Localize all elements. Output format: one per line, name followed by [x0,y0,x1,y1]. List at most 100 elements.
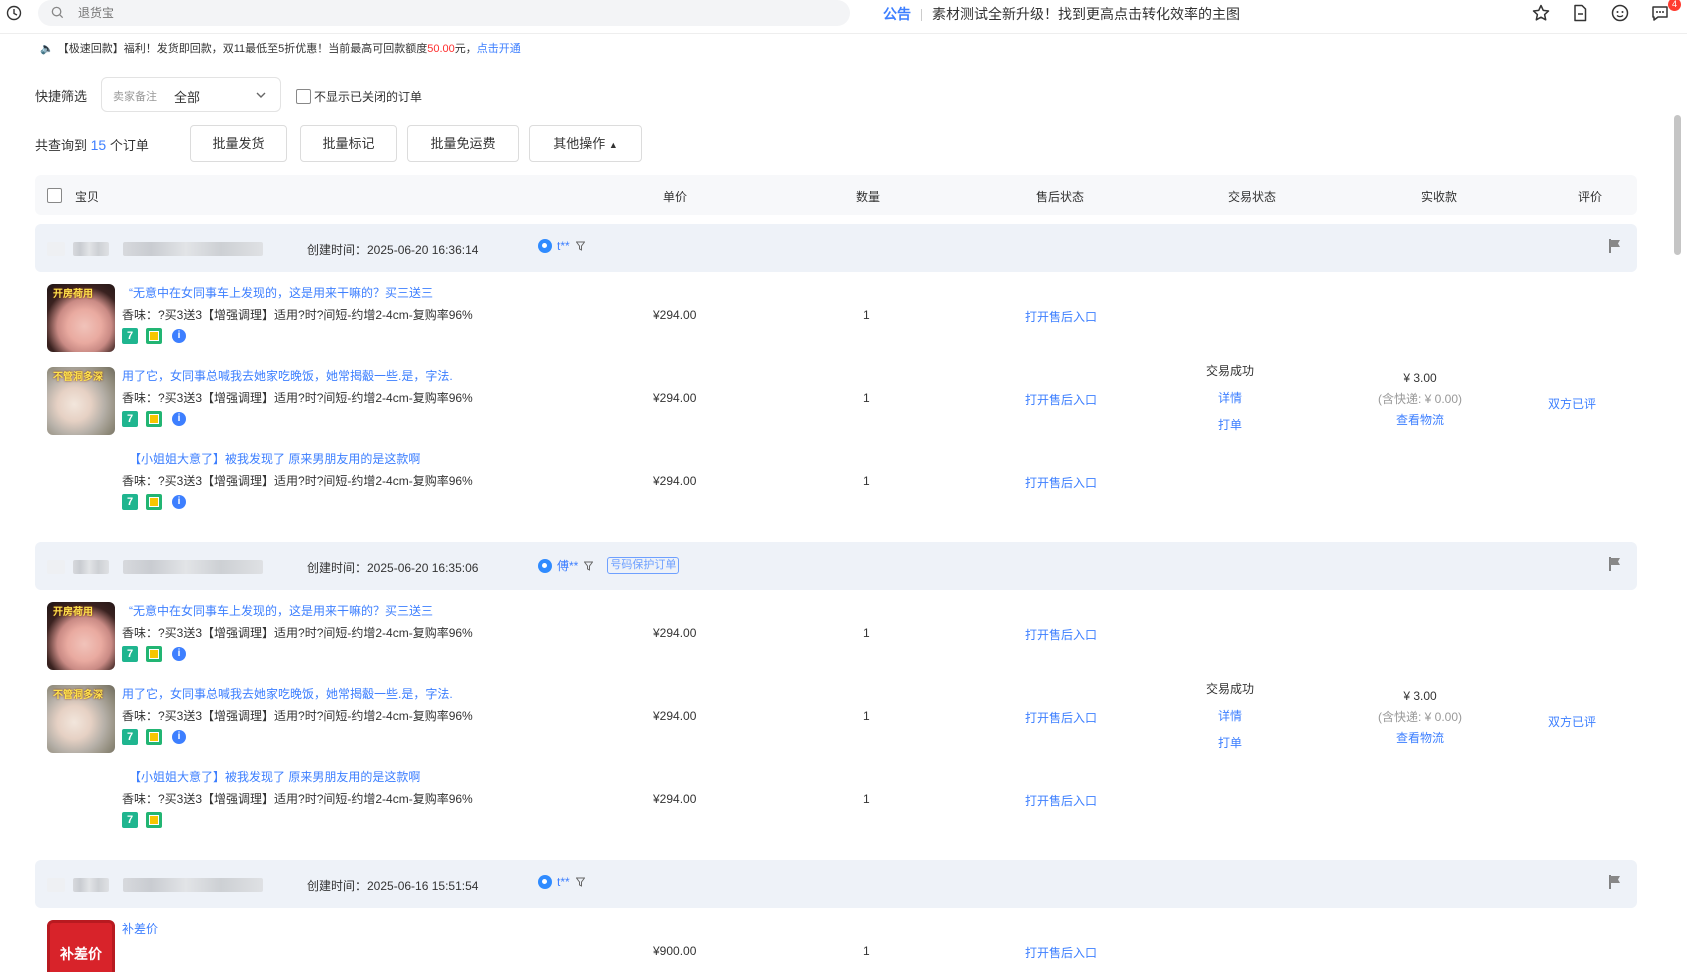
product-name[interactable]: “无意中在女同事车上发现的，这是用来干嘛的？买三送三 [129,602,433,619]
after-sale-link[interactable]: 打开售后入口 [1025,474,1097,491]
col-price: 单价 [663,190,688,204]
product-image[interactable]: 补差价 [47,920,115,972]
flag-icon[interactable] [1608,556,1622,572]
quantity: 1 [863,474,870,488]
product-image[interactable]: 不管洞多深 [47,685,115,753]
unit-price: ¥294.00 [653,709,697,723]
unit-price: ¥294.00 [653,792,697,806]
quantity: 1 [863,792,870,806]
after-sale-link[interactable]: 打开售后入口 [1025,709,1097,726]
order-checkbox[interactable] [47,242,65,256]
wangwang-icon[interactable] [538,558,552,573]
product-name[interactable]: 用了它，女同事总喊我去她家吃晚饭，她常揭觳一些.是，字法. [122,367,453,384]
order-checkbox[interactable] [47,560,65,574]
return-insurance-icon [146,646,162,662]
filter-icon[interactable] [575,877,585,887]
product-name[interactable]: 补差价 [122,920,158,937]
after-sale-link[interactable]: 打开售后入口 [1025,391,1097,408]
col-item: 宝贝 [75,190,100,204]
hide-closed-orders[interactable]: 不显示已关闭的订单 [296,88,422,105]
print-order-link[interactable]: 打单 [1180,730,1280,757]
seven-day-return-icon: 7 [122,494,138,510]
service-icon[interactable] [1610,3,1630,23]
info-icon[interactable]: i [172,495,186,509]
product-name[interactable]: 【小姐姐大意了】被我发现了 原来男朋友用的是这款啊 [129,450,420,467]
order-detail-link[interactable]: 详情 [1180,703,1280,730]
bulk-ship-button[interactable]: 批量发货 [190,125,287,162]
message-badge: 4 [1668,0,1681,11]
list-item: 开房荷用 “无意中在女同事车上发现的，这是用来干嘛的？买三送三 香味：?买3送3… [35,284,1637,367]
list-item: 【小姐姐大意了】被我发现了 原来男朋友用的是这款啊 香味：?买3送3【增强调理】… [35,768,1637,851]
buyer-name[interactable]: t** [557,239,570,253]
search-icon [51,6,64,19]
after-sale-link[interactable]: 打开售后入口 [1025,792,1097,809]
count-suffix: 个订单 [109,138,149,153]
after-sale-link[interactable]: 打开售后入口 [1025,626,1097,643]
created-time: 创建时间：2025-06-20 16:36:14 [307,243,479,257]
seven-day-return-icon: 7 [122,646,138,662]
product-name[interactable]: “无意中在女同事车上发现的，这是用来干嘛的？买三送三 [129,284,433,301]
info-icon[interactable]: i [172,412,186,426]
scrollbar[interactable] [1674,115,1681,255]
document-icon[interactable] [1570,3,1590,23]
buyer-name[interactable]: t** [557,875,570,889]
wangwang-icon[interactable] [538,239,552,253]
product-sku: 香味：?买3送3【增强调理】适用?时?间短-约增2-4cm-复购率96% [122,792,473,806]
buyer-name[interactable]: 傅** [557,557,578,574]
buyer[interactable]: t** [538,239,585,253]
star-icon[interactable] [1531,3,1551,23]
hide-closed-checkbox[interactable] [296,89,311,104]
list-item: 补差价 补差价 ¥900.00 1 打开售后入口 [35,920,1637,972]
other-actions-button[interactable]: 其他操作 ▲ [529,125,642,162]
bulk-free-shipping-button[interactable]: 批量免运费 [407,125,519,162]
product-name[interactable]: 用了它，女同事总喊我去她家吃晚饭，她常揭觳一些.是，字法. [122,685,453,702]
promo-suffix: 元， [454,43,477,55]
order-checkbox[interactable] [47,878,65,892]
product-image[interactable]: 开房荷用 [47,602,115,670]
flag-icon[interactable] [1608,238,1622,254]
buyer[interactable]: 傅** 号码保护订单 [538,557,680,574]
after-sale-link[interactable]: 打开售后入口 [1025,308,1097,325]
promo-text: 【极速回款】福利！发货即回款，双11最低至5折优惠！当前最高可回款额度 [57,43,428,55]
message-icon[interactable] [1650,3,1670,23]
search-bar[interactable] [38,0,850,26]
bulk-mark-button[interactable]: 批量标记 [300,125,397,162]
paid-amount: ¥ 3.00 [1403,371,1437,385]
shipping-fee: (含快递: ¥ 0.00) [1377,392,1463,406]
wangwang-icon[interactable] [538,875,552,889]
history-icon[interactable] [6,5,22,21]
return-insurance-icon [146,494,162,510]
order-detail-link[interactable]: 详情 [1180,385,1280,412]
evaluation-link[interactable]: 双方已评 [1548,395,1596,412]
seller-note-select[interactable]: 卖家备注 全部 [101,77,281,112]
select-all-checkbox[interactable] [47,188,62,203]
promo-banner: 🔈 【极速回款】福利！发货即回款，双11最低至5折优惠！当前最高可回款额度50.0… [40,40,521,56]
info-icon[interactable]: i [172,730,186,744]
received-amount: ¥ 3.00 (含快递: ¥ 0.00) 查看物流 [1350,686,1490,749]
buyer[interactable]: t** [538,875,585,889]
flag-icon[interactable] [1608,874,1622,890]
table-header: 宝贝 单价 数量 售后状态 交易状态 实收款 评价 [35,175,1637,215]
product-image[interactable]: 不管洞多深 [47,367,115,435]
promo-link[interactable]: 点击开通 [477,43,521,55]
order-header: 创建时间：2025-06-20 16:36:14 t** [35,224,1637,272]
view-logistics-link[interactable]: 查看物流 [1350,410,1490,431]
product-name[interactable]: 【小姐姐大意了】被我发现了 原来男朋友用的是这款啊 [129,768,420,785]
after-sale-link[interactable]: 打开售后入口 [1025,944,1097,961]
view-logistics-link[interactable]: 查看物流 [1350,728,1490,749]
trade-status: 交易成功 详情 打单 [1180,358,1280,439]
filter-icon[interactable] [584,561,594,571]
print-order-link[interactable]: 打单 [1180,412,1280,439]
info-icon[interactable]: i [172,329,186,343]
service-icons: 7i [122,494,186,510]
product-image[interactable]: 开房荷用 [47,284,115,352]
quantity: 1 [863,626,870,640]
seven-day-return-icon: 7 [122,729,138,745]
search-input[interactable] [78,3,818,23]
evaluation-link[interactable]: 双方已评 [1548,713,1596,730]
filter-icon[interactable] [575,241,585,251]
info-icon[interactable]: i [172,647,186,661]
announcement-text[interactable]: 素材测试全新升级！找到更高点击转化效率的主图 [932,6,1240,22]
seven-day-return-icon: 7 [122,411,138,427]
announcement[interactable]: 公告 素材测试全新升级！找到更高点击转化效率的主图 [883,4,1240,24]
